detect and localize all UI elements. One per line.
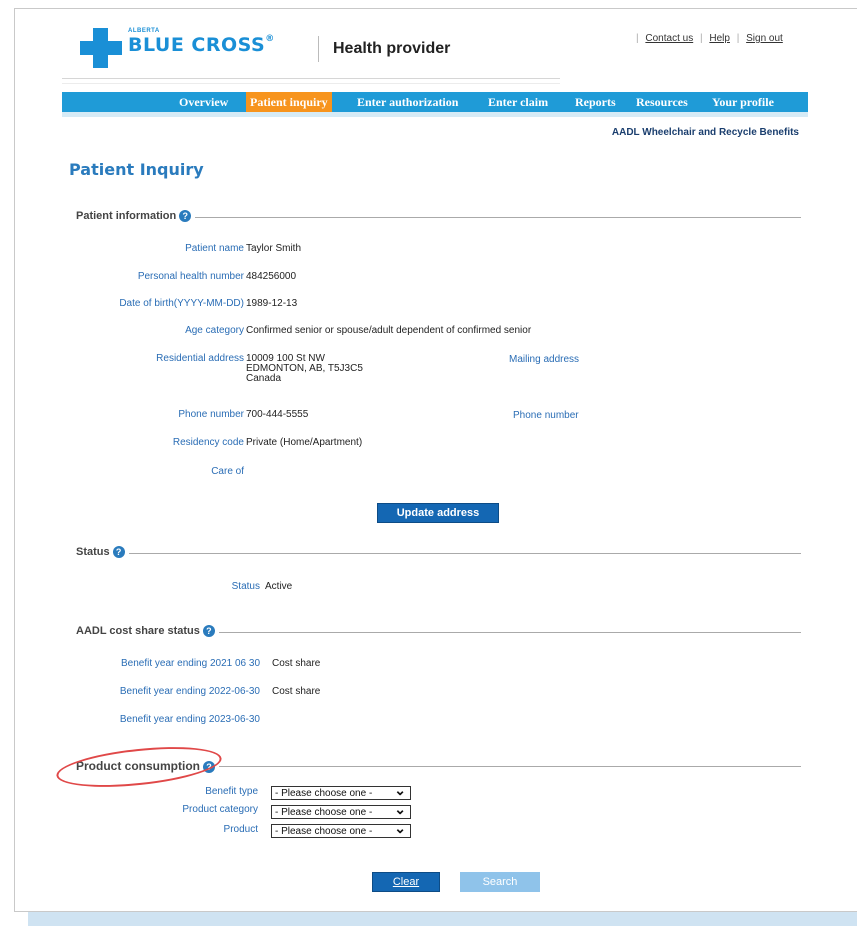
benefit-year-2022-value: Cost share — [272, 686, 321, 697]
top-links: | Contact us | Help | Sign out — [636, 33, 783, 44]
age-category-value: Confirmed senior or spouse/adult depende… — [246, 325, 532, 336]
header-divider-2 — [62, 83, 560, 84]
program-name: AADL Wheelchair and Recycle Benefits — [611, 127, 799, 138]
nav-overview[interactable]: Overview — [175, 92, 232, 112]
patient-name-value: Taylor Smith — [246, 243, 302, 254]
mailing-address-label: Mailing address — [509, 354, 580, 365]
nav-your-profile[interactable]: Your profile — [708, 92, 778, 112]
product-category-label: Product category — [182, 804, 258, 815]
nav-resources[interactable]: Resources — [632, 92, 692, 112]
benefit-type-select[interactable]: - Please choose one - ⌄ — [271, 782, 411, 800]
residential-address-label: Residential address — [156, 353, 244, 364]
help-icon[interactable]: ? — [112, 546, 125, 559]
residential-address-value: 10009 100 St NW EDMONTON, AB, T5J3C5 Can… — [246, 353, 363, 384]
dob-value: 1989-12-13 — [246, 298, 298, 309]
age-category-label: Age category — [185, 325, 244, 336]
section-title: Status — [76, 546, 110, 558]
care-of-label: Care of — [211, 466, 244, 477]
nav-enter-claim[interactable]: Enter claim — [484, 92, 552, 112]
update-address-button[interactable]: Update address — [377, 503, 499, 523]
main-nav: Overview Patient inquiry Enter authoriza… — [62, 92, 808, 112]
chevron-down-icon: ⌄ — [394, 820, 406, 836]
phn-value: 484256000 — [246, 271, 297, 282]
clear-button[interactable]: Clear — [372, 872, 440, 892]
residency-code-value: Private (Home/Apartment) — [246, 437, 363, 448]
nav-reports[interactable]: Reports — [571, 92, 620, 112]
product-category-select[interactable]: - Please choose one - ⌄ — [271, 801, 411, 819]
help-icon[interactable]: ? — [202, 625, 215, 638]
page-title: Patient Inquiry — [69, 160, 204, 179]
logo-divider — [318, 36, 319, 62]
header-subtitle: Health provider — [333, 40, 451, 57]
contact-us-link[interactable]: Contact us — [645, 33, 693, 44]
patient-name-label: Patient name — [185, 243, 244, 254]
product-select[interactable]: - Please choose one - ⌄ — [271, 820, 411, 838]
benefit-year-2021-value: Cost share — [272, 658, 321, 669]
section-title: Patient information — [76, 210, 177, 222]
benefit-year-2021-label: Benefit year ending 2021 06 30 — [121, 658, 260, 669]
nav-patient-inquiry[interactable]: Patient inquiry — [246, 92, 332, 112]
help-icon[interactable]: ? — [179, 210, 192, 223]
chevron-down-icon: ⌄ — [394, 782, 406, 798]
bottom-bar — [28, 912, 857, 926]
benefit-type-label: Benefit type — [205, 786, 258, 797]
residency-code-label: Residency code — [172, 437, 244, 448]
status-label: Status — [231, 581, 260, 592]
status-section: Status? — [76, 546, 801, 560]
mailing-phone-number-label: Phone number — [513, 410, 579, 421]
nav-enter-authorization[interactable]: Enter authorization — [353, 92, 462, 112]
nav-underline — [62, 112, 808, 117]
phone-number-value: 700-444-5555 — [246, 409, 309, 420]
logo-big-text: BLUE CROSS® — [128, 34, 275, 56]
benefit-year-2023-label: Benefit year ending 2023-06-30 — [119, 714, 260, 725]
status-value: Active — [265, 581, 293, 592]
search-button[interactable]: Search — [460, 872, 540, 892]
sign-out-link[interactable]: Sign out — [746, 33, 783, 44]
phone-number-label: Phone number — [178, 409, 244, 420]
benefit-year-2022-label: Benefit year ending 2022-06-30 — [119, 686, 260, 697]
cost-share-section: AADL cost share status? — [76, 625, 801, 639]
alberta-blue-cross-logo[interactable]: ALBERTA BLUE CROSS® — [80, 26, 330, 70]
blue-cross-icon — [80, 28, 122, 68]
help-link[interactable]: Help — [709, 33, 730, 44]
section-title: AADL cost share status — [76, 625, 200, 637]
product-label: Product — [223, 824, 258, 835]
dob-label: Date of birth(YYYY-MM-DD) — [119, 298, 244, 309]
patient-information-section: Patient information? — [76, 210, 801, 224]
phn-label: Personal health number — [137, 271, 244, 282]
chevron-down-icon: ⌄ — [394, 801, 406, 817]
header-divider — [62, 78, 560, 79]
